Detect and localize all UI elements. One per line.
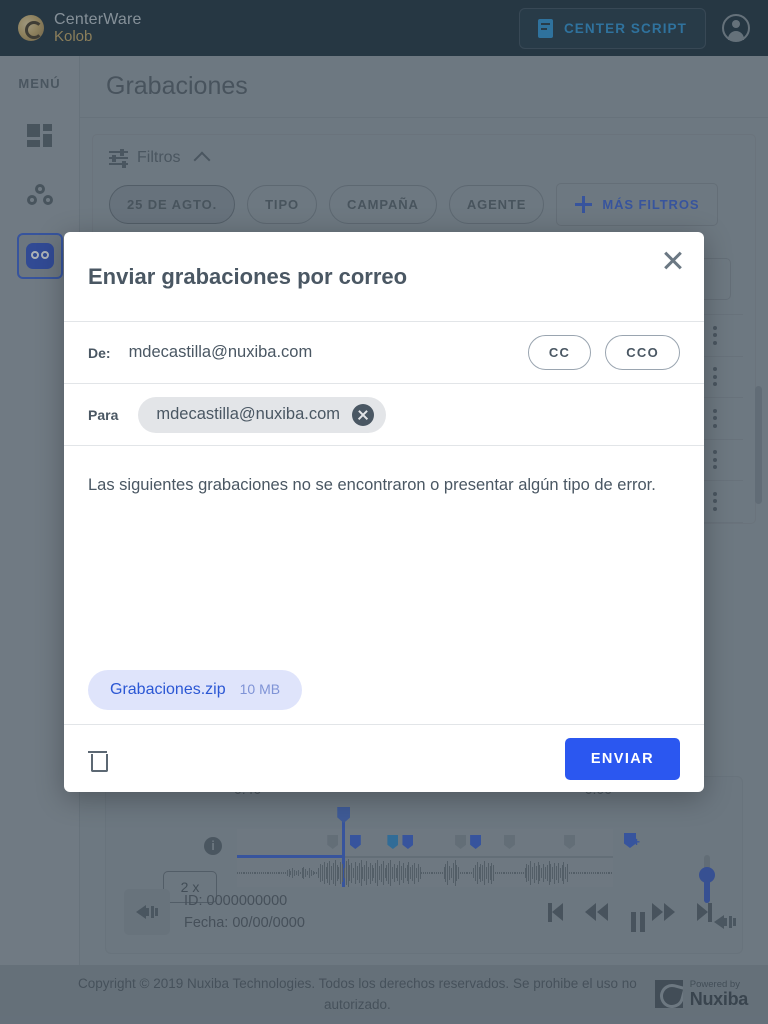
modal-header: Enviar grabaciones por correo (64, 232, 704, 322)
remove-circle-icon[interactable] (352, 403, 375, 426)
modal-body-text: Las siguientes grabaciones no se encontr… (88, 476, 656, 494)
modal-body[interactable]: Las siguientes grabaciones no se encontr… (64, 446, 704, 724)
app-root: CenterWare Kolob CENTER SCRIPT MENÚ Grab… (0, 0, 768, 1024)
to-row: Para mdecastilla@nuxiba.com (64, 384, 704, 446)
cc-button[interactable]: CC (527, 335, 592, 370)
attachment-chip[interactable]: Grabaciones.zip 10 MB (88, 670, 303, 710)
close-icon[interactable] (662, 250, 684, 272)
send-recordings-modal: Enviar grabaciones por correo De: mdecas… (64, 232, 704, 792)
cco-button[interactable]: CCO (605, 335, 680, 370)
to-label: Para (88, 406, 119, 423)
attachment-size: 10 MB (239, 681, 281, 697)
from-value[interactable]: mdecastilla@nuxiba.com (129, 343, 313, 362)
recipient-chip[interactable]: mdecastilla@nuxiba.com (138, 396, 387, 433)
modal-footer: ENVIAR (64, 724, 704, 792)
modal-title: Enviar grabaciones por correo (88, 263, 408, 289)
send-button[interactable]: ENVIAR (564, 737, 680, 780)
attachment-name: Grabaciones.zip (110, 681, 226, 698)
recipient-email: mdecastilla@nuxiba.com (156, 405, 341, 423)
from-row: De: mdecastilla@nuxiba.com CC CCO (64, 322, 704, 384)
from-label: De: (88, 344, 111, 361)
trash-icon[interactable] (88, 747, 108, 772)
